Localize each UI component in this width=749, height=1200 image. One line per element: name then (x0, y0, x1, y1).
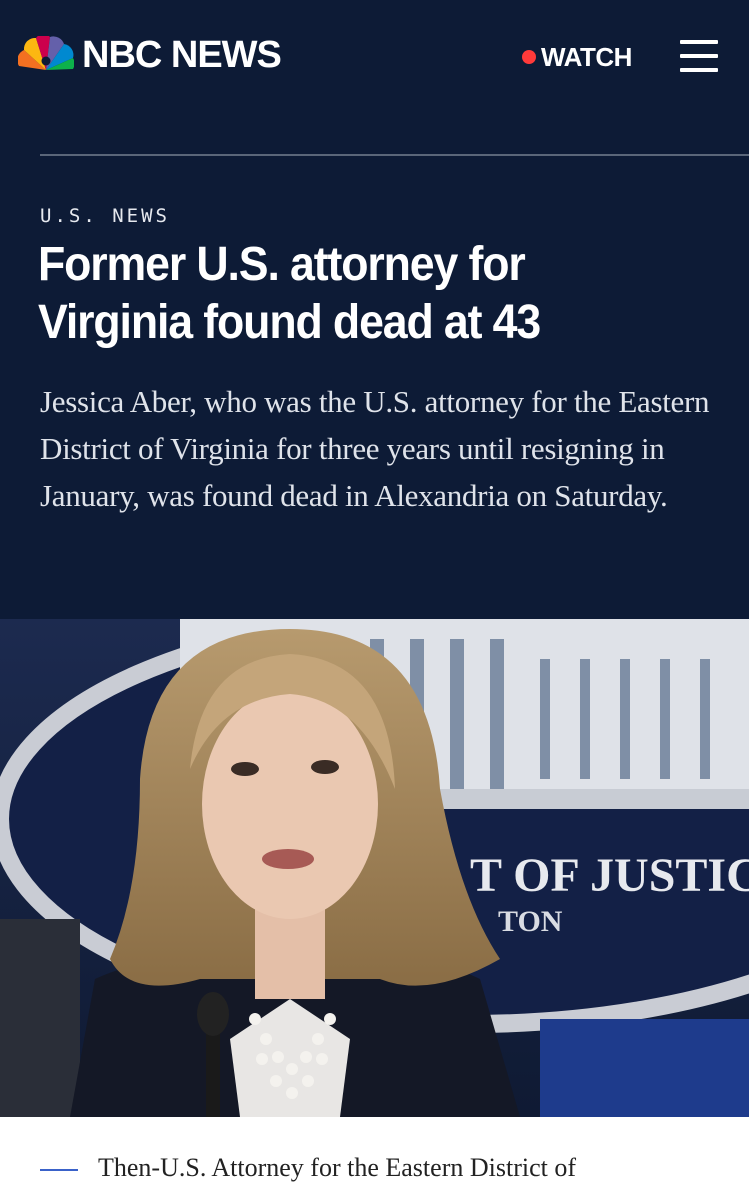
photo-illustration: T OF JUSTIC TON (0, 619, 749, 1117)
seal-subtext: TON (498, 905, 563, 938)
brand-name: NBC NEWS (82, 34, 282, 76)
article-dek: Jessica Aber, who was the U.S. attorney … (40, 384, 710, 513)
hamburger-menu-icon[interactable] (680, 40, 718, 72)
caption-rule (40, 1169, 78, 1171)
watch-button[interactable]: WATCH (522, 42, 632, 72)
photo-caption: Then-U.S. Attorney for the Eastern Distr… (0, 1117, 749, 1200)
watch-label: WATCH (541, 42, 632, 72)
nbc-news-logo[interactable]: NBC NEWS (18, 34, 282, 76)
live-dot-icon (522, 50, 536, 64)
header-divider (40, 154, 749, 156)
caption-text: Then-U.S. Attorney for the Eastern Distr… (98, 1153, 576, 1182)
site-header: NBC NEWS WATCH (0, 0, 749, 112)
article-headline: Former U.S. attorney for Virginia found … (38, 238, 541, 349)
section-label[interactable]: U.S. NEWS (40, 205, 170, 227)
article-photo: T OF JUSTIC TON (0, 619, 749, 1117)
nbc-peacock-icon (18, 36, 74, 70)
seal-text: T OF JUSTIC (470, 849, 749, 902)
